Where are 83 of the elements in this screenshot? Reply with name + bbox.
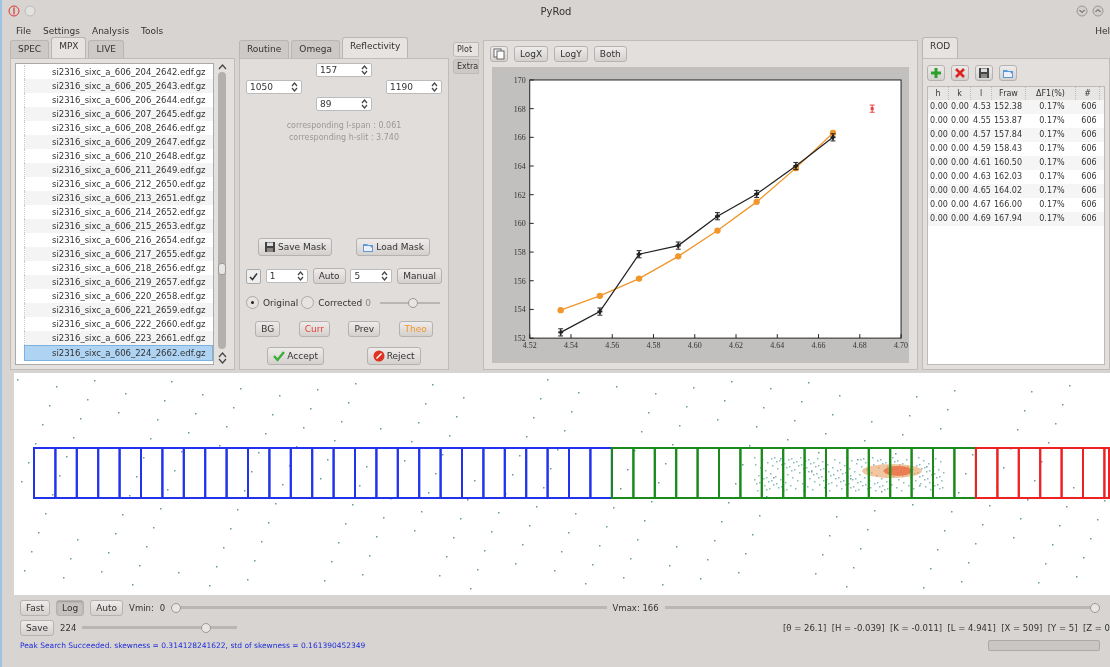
- table-cell-text: 164.02: [993, 185, 1023, 197]
- table-cell-text: 606: [1080, 143, 1098, 155]
- table-cell-text: 4.53: [972, 101, 992, 113]
- table-cell-text: 152.38: [993, 101, 1023, 113]
- x-tick-label: 4.54: [564, 341, 578, 351]
- table-cell-text: 167.94: [993, 213, 1023, 225]
- vmin-label: Vmin:: [129, 603, 154, 613]
- window-title: PyRod: [539, 5, 573, 17]
- table-cell-text: 0.17%: [1038, 129, 1066, 141]
- table-cell-text: 162.03: [993, 171, 1023, 183]
- table-cell-text: 0.00: [950, 157, 970, 169]
- table-cell-text: 606: [1080, 199, 1098, 211]
- table-cell-text: 4.59: [972, 143, 992, 155]
- table-cell-text: 4.57: [972, 129, 992, 141]
- table-cell-text: 0.17%: [1038, 213, 1066, 225]
- table-cell-text: 0.17%: [1038, 171, 1066, 183]
- table-cell-text: 0.17%: [1038, 185, 1066, 197]
- table-cell-text: 4.65: [972, 185, 992, 197]
- table-cell-text: 157.84: [993, 129, 1023, 141]
- table-cell-text: 0.00: [929, 129, 949, 141]
- table-cell-text: 606: [1080, 213, 1098, 225]
- x-tick-label: 4.68: [852, 341, 867, 351]
- table-cell-text: 606: [1080, 157, 1098, 169]
- table-cell-text: 606: [1080, 185, 1098, 197]
- x-tick-label: 4.60: [687, 341, 702, 351]
- table-cell-text: 158.43: [993, 143, 1023, 155]
- frame-value: 224: [60, 623, 77, 633]
- table-cell-text: 0.00: [950, 115, 970, 127]
- y-tick-label: 164: [513, 162, 526, 171]
- table-cell-text: 4.69: [972, 213, 992, 225]
- table-cell-text: 0.00: [929, 157, 949, 169]
- table-cell-text: 0.00: [929, 143, 949, 155]
- table-cell-text: 0.00: [929, 171, 949, 183]
- table-cell-text: 0.00: [929, 101, 949, 113]
- table-cell-text: 0.00: [950, 101, 970, 113]
- y-tick-label: 170: [513, 75, 526, 85]
- table-cell-text: 606: [1080, 115, 1098, 127]
- table-cell-text: 606: [1080, 101, 1098, 113]
- x-tick-label: 4.70: [894, 341, 908, 351]
- table-cell-text: 4.55: [972, 115, 992, 127]
- table-cell-text: 0.17%: [1038, 115, 1066, 127]
- table-cell-text: 166.00: [993, 199, 1023, 211]
- table-cell-text: 0.00: [929, 115, 949, 127]
- table-cell-text: 0.00: [950, 185, 970, 197]
- table-cell-text: 160.50: [993, 157, 1023, 169]
- table-cell-text: 0.00: [950, 199, 970, 211]
- y-tick-label: 156: [513, 276, 526, 286]
- table-cell-text: 0.17%: [1038, 199, 1066, 211]
- y-tick-label: 166: [513, 133, 526, 143]
- table-cell-text: 4.67: [972, 199, 992, 211]
- y-tick-label: 160: [513, 219, 526, 229]
- table-cell-text: 606: [1080, 171, 1098, 183]
- coordinates-text: [θ = 26.1] [H = -0.039] [K = -0.011] [L = 4.941] [X = 509] [Y = 5] [Z = 0: [782, 623, 1110, 633]
- table-cell-text: 0.17%: [1038, 101, 1066, 113]
- table-cell-text: 0.00: [929, 185, 949, 197]
- x-tick-label: 4.66: [811, 341, 826, 351]
- info-text: corresponding l-span : 0.061: [286, 121, 402, 130]
- y-tick-label: 158: [513, 248, 526, 258]
- table-cell-text: 153.87: [993, 115, 1023, 127]
- table-cell-text: 0.17%: [1038, 157, 1066, 169]
- table-cell-text: 4.61: [972, 157, 992, 169]
- y-tick-label: 152: [513, 334, 526, 344]
- vmax-label: Vmax: 166: [612, 603, 659, 613]
- x-tick-label: 4.52: [522, 341, 537, 351]
- table-cell-text: 0.00: [950, 143, 970, 155]
- slider-value: 0: [365, 297, 372, 308]
- table-cell-text: 0.00: [950, 171, 970, 183]
- x-tick-label: 4.56: [605, 341, 620, 351]
- x-tick-label: 4.58: [646, 341, 661, 351]
- x-tick-label: 4.62: [729, 341, 743, 351]
- y-tick-label: 154: [513, 305, 526, 315]
- y-tick-label: 162: [513, 190, 526, 200]
- vmin-value: 0: [159, 603, 166, 613]
- y-tick-label: 168: [513, 104, 526, 114]
- table-cell-text: 0.00: [950, 213, 970, 225]
- info-text: corresponding h-slit : 3.740: [288, 133, 400, 142]
- table-cell-text: 0.00: [929, 213, 949, 225]
- table-cell-text: 4.63: [972, 171, 992, 183]
- x-tick-label: 4.64: [770, 341, 785, 351]
- table-cell-text: 0.17%: [1038, 143, 1066, 155]
- table-cell-text: 606: [1080, 129, 1098, 141]
- table-cell-text: 0.00: [929, 199, 949, 211]
- table-cell-text: 0.00: [950, 129, 970, 141]
